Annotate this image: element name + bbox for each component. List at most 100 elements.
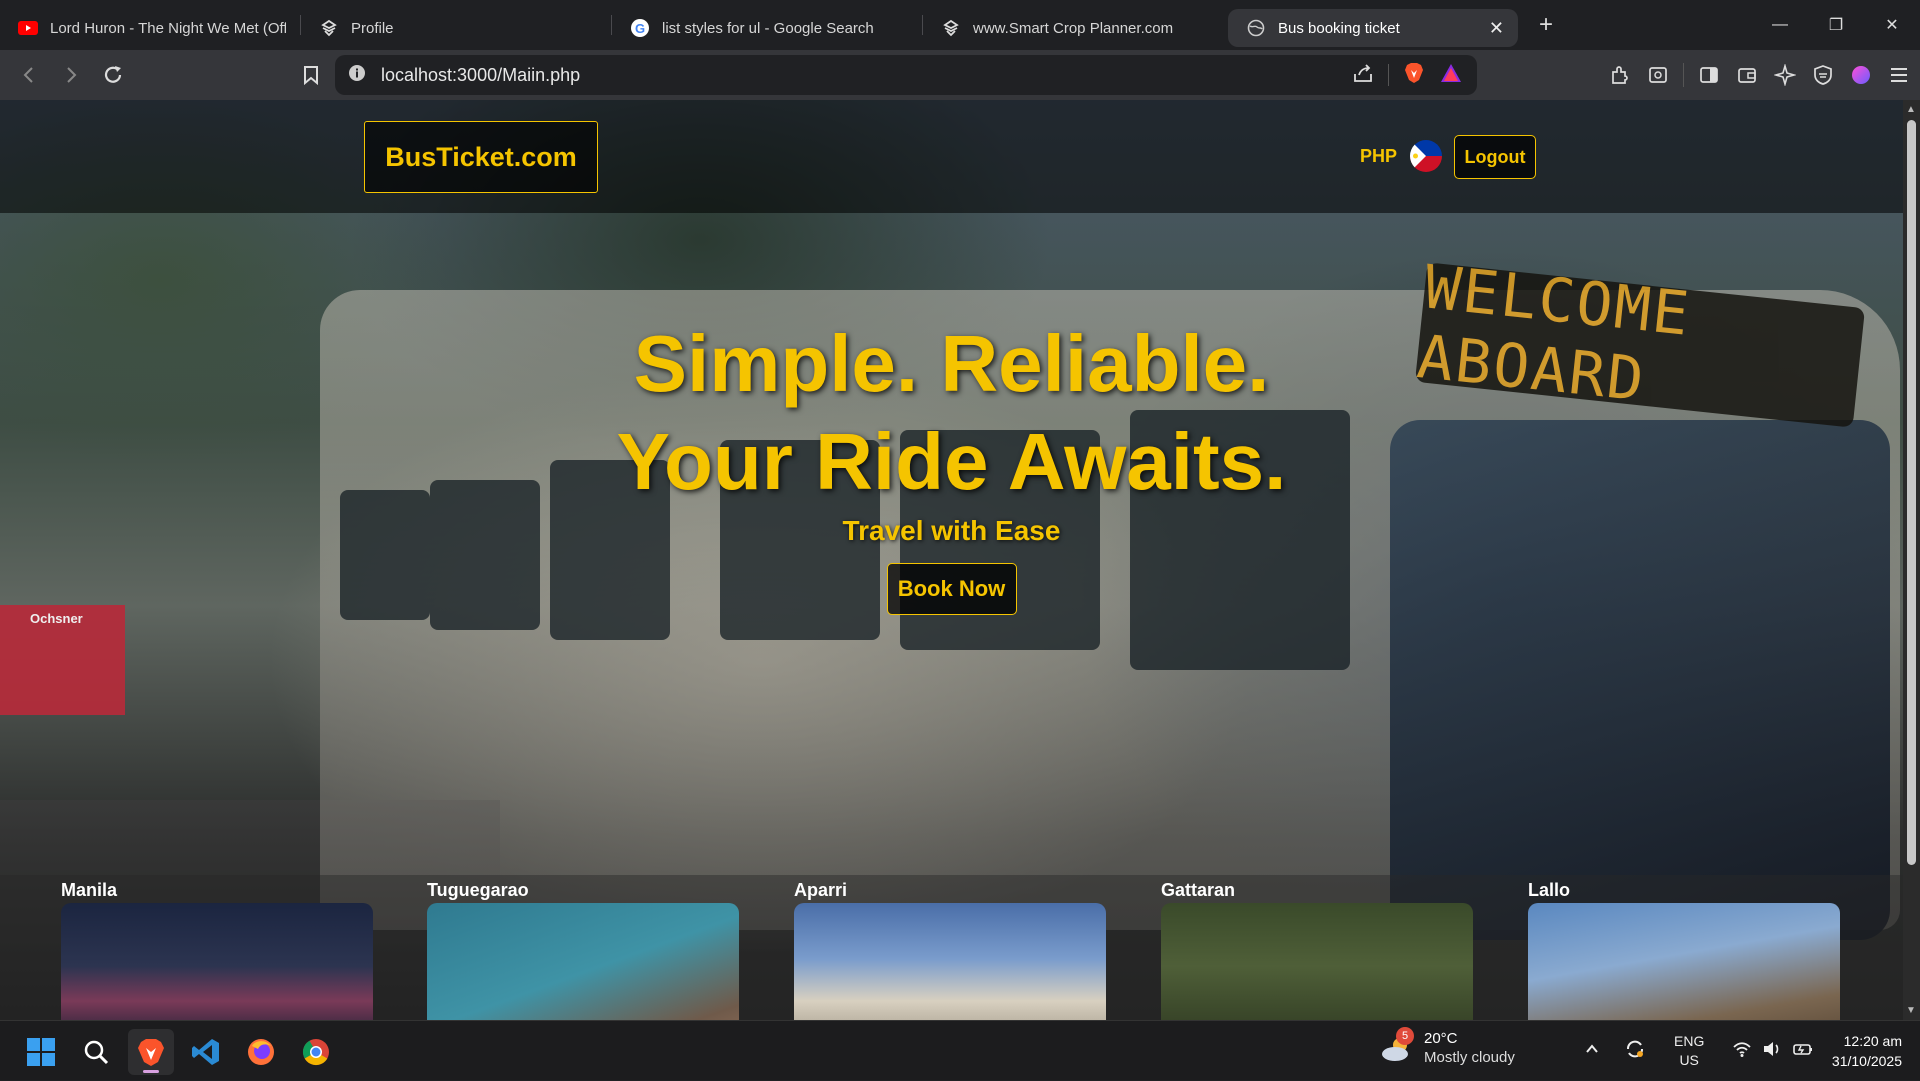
- scrollbar-thumb[interactable]: [1907, 120, 1916, 865]
- address-bar[interactable]: localhost:3000/Maiin.php: [335, 55, 1477, 95]
- destinations-strip: Manila Tuguegarao Aparri Gattaran Lallo: [0, 875, 1903, 1020]
- sync-icon[interactable]: [1624, 1038, 1646, 1064]
- destination-name: Manila: [61, 880, 118, 900]
- sidebar-icon[interactable]: [1696, 62, 1722, 88]
- chrome-icon[interactable]: [293, 1029, 339, 1075]
- wifi-icon[interactable]: [1732, 1040, 1752, 1062]
- destination-image: [61, 903, 373, 1020]
- tab-youtube[interactable]: Lord Huron - The Night We Met (Offi: [0, 9, 300, 47]
- omnibox-divider: [1388, 64, 1389, 86]
- reading-mode-icon[interactable]: [1645, 62, 1671, 88]
- philippines-flag-icon[interactable]: [1410, 140, 1442, 172]
- destination-image: [427, 903, 739, 1020]
- share-icon[interactable]: [1352, 62, 1374, 89]
- google-icon: G: [630, 18, 650, 38]
- windows-start-icon[interactable]: [18, 1029, 64, 1075]
- destination-image: [1161, 903, 1473, 1020]
- region-code: US: [1679, 1052, 1699, 1068]
- extensions-icon[interactable]: [1607, 62, 1633, 88]
- weather-condition: Mostly cloudy: [1424, 1049, 1515, 1066]
- restore-icon[interactable]: ❐: [1808, 0, 1864, 50]
- site-logo[interactable]: BusTicket.com: [364, 121, 598, 193]
- tab-smart-crop[interactable]: www.Smart Crop Planner.com: [923, 9, 1228, 47]
- scroll-down-icon[interactable]: ▼: [1906, 1005, 1916, 1016]
- clock-date: 31/10/2025: [1831, 1053, 1902, 1069]
- tab-title: list styles for ul - Google Search: [662, 19, 874, 37]
- tab-google-search[interactable]: G list styles for ul - Google Search: [612, 9, 922, 47]
- tab-title: Lord Huron - The Night We Met (Offi: [50, 19, 286, 37]
- destination-name: Lallo: [1528, 880, 1571, 900]
- brave-shields-icon[interactable]: [1403, 61, 1425, 90]
- close-tab-icon[interactable]: ✕: [1479, 18, 1504, 39]
- toolbar-actions: [1607, 50, 1912, 100]
- window-controls: — ❐ ✕: [1752, 0, 1920, 50]
- vscode-icon[interactable]: [183, 1029, 229, 1075]
- reload-icon[interactable]: [94, 56, 132, 94]
- book-now-button[interactable]: Book Now: [886, 563, 1017, 615]
- site-info-icon[interactable]: [347, 63, 367, 88]
- chevron-up-icon[interactable]: [1584, 1041, 1600, 1061]
- youtube-icon: [18, 18, 38, 38]
- bookmark-icon[interactable]: [292, 56, 330, 94]
- page-scrollbar[interactable]: ▲ ▼: [1903, 100, 1920, 1020]
- brave-browser-icon[interactable]: [128, 1029, 174, 1075]
- destination-name: Gattaran: [1161, 880, 1236, 900]
- brave-rewards-icon[interactable]: [1439, 62, 1463, 89]
- hero-subtitle: Travel with Ease: [842, 515, 1061, 546]
- profile-avatar-icon[interactable]: [1848, 62, 1874, 88]
- search-icon[interactable]: [73, 1029, 119, 1075]
- destination-card-aparri[interactable]: Aparri: [794, 875, 1106, 1020]
- destination-image: [794, 903, 1106, 1020]
- weather-widget[interactable]: 5 20°C Mostly cloudy: [1380, 1027, 1515, 1067]
- site-header: [0, 100, 1903, 213]
- tab-bus-booking[interactable]: Bus booking ticket ✕: [1228, 9, 1518, 47]
- battery-icon[interactable]: [1792, 1040, 1814, 1062]
- page-viewport: Ochsner WELCOME ABOARD BusTicket.com PHP…: [0, 100, 1903, 1020]
- system-tray: ENG US: [1580, 1021, 1814, 1081]
- temperature: 20°C: [1424, 1030, 1458, 1047]
- leo-ai-icon[interactable]: [1772, 62, 1798, 88]
- hero-title-line2: Your Ride Awaits.: [616, 417, 1287, 506]
- destination-name: Aparri: [794, 880, 848, 900]
- new-tab-button[interactable]: +: [1526, 6, 1566, 44]
- street-sign: Ochsner: [0, 605, 125, 715]
- destination-card-lallo[interactable]: Lallo: [1528, 875, 1840, 1020]
- volume-icon[interactable]: [1762, 1040, 1782, 1062]
- url-text: localhost:3000/Maiin.php: [381, 64, 581, 85]
- scroll-up-icon[interactable]: ▲: [1906, 104, 1916, 115]
- logout-button[interactable]: Logout: [1454, 135, 1536, 179]
- wallet-icon[interactable]: [1734, 62, 1760, 88]
- svg-text:G: G: [635, 21, 645, 36]
- back-icon[interactable]: [10, 56, 48, 94]
- windows-taskbar: 5 20°C Mostly cloudy ENG US 12:20 am 31/…: [0, 1020, 1920, 1080]
- minimize-icon[interactable]: —: [1752, 0, 1808, 50]
- system-clock[interactable]: 12:20 am 31/10/2025: [1832, 1031, 1902, 1071]
- firefox-icon[interactable]: [238, 1029, 284, 1075]
- currency-label[interactable]: PHP: [1360, 146, 1397, 167]
- close-window-icon[interactable]: ✕: [1864, 0, 1920, 50]
- vpn-icon[interactable]: [1810, 62, 1836, 88]
- destination-card-manila[interactable]: Manila: [61, 875, 373, 1020]
- forward-icon[interactable]: [52, 56, 90, 94]
- toolbar-divider: [1683, 63, 1684, 87]
- browser-toolbar: localhost:3000/Maiin.php: [0, 50, 1920, 100]
- hero-section: Simple. Reliable. Your Ride Awaits. Trav…: [0, 315, 1903, 615]
- destination-name: Tuguegarao: [427, 880, 529, 900]
- tab-title: Bus booking ticket: [1278, 19, 1400, 37]
- menu-icon[interactable]: [1886, 62, 1912, 88]
- globe-icon: [1246, 18, 1266, 38]
- clock-time: 12:20 am: [1843, 1033, 1902, 1049]
- language-indicator[interactable]: ENG US: [1674, 1032, 1704, 1070]
- brave-glyph-icon: [319, 18, 339, 38]
- destination-card-tuguegarao[interactable]: Tuguegarao: [427, 875, 739, 1020]
- tab-title: Profile: [351, 19, 394, 37]
- destination-card-gattaran[interactable]: Gattaran: [1161, 875, 1473, 1020]
- cloudy-weather-icon: 5: [1380, 1027, 1414, 1063]
- hero-title-line1: Simple. Reliable.: [633, 319, 1270, 408]
- tab-profile[interactable]: Profile: [301, 9, 611, 47]
- brave-glyph-icon: [941, 18, 961, 38]
- tab-title: www.Smart Crop Planner.com: [973, 19, 1174, 37]
- tab-strip: Lord Huron - The Night We Met (Offi Prof…: [0, 0, 1920, 50]
- language-code: ENG: [1674, 1033, 1705, 1049]
- destination-image: [1528, 903, 1840, 1020]
